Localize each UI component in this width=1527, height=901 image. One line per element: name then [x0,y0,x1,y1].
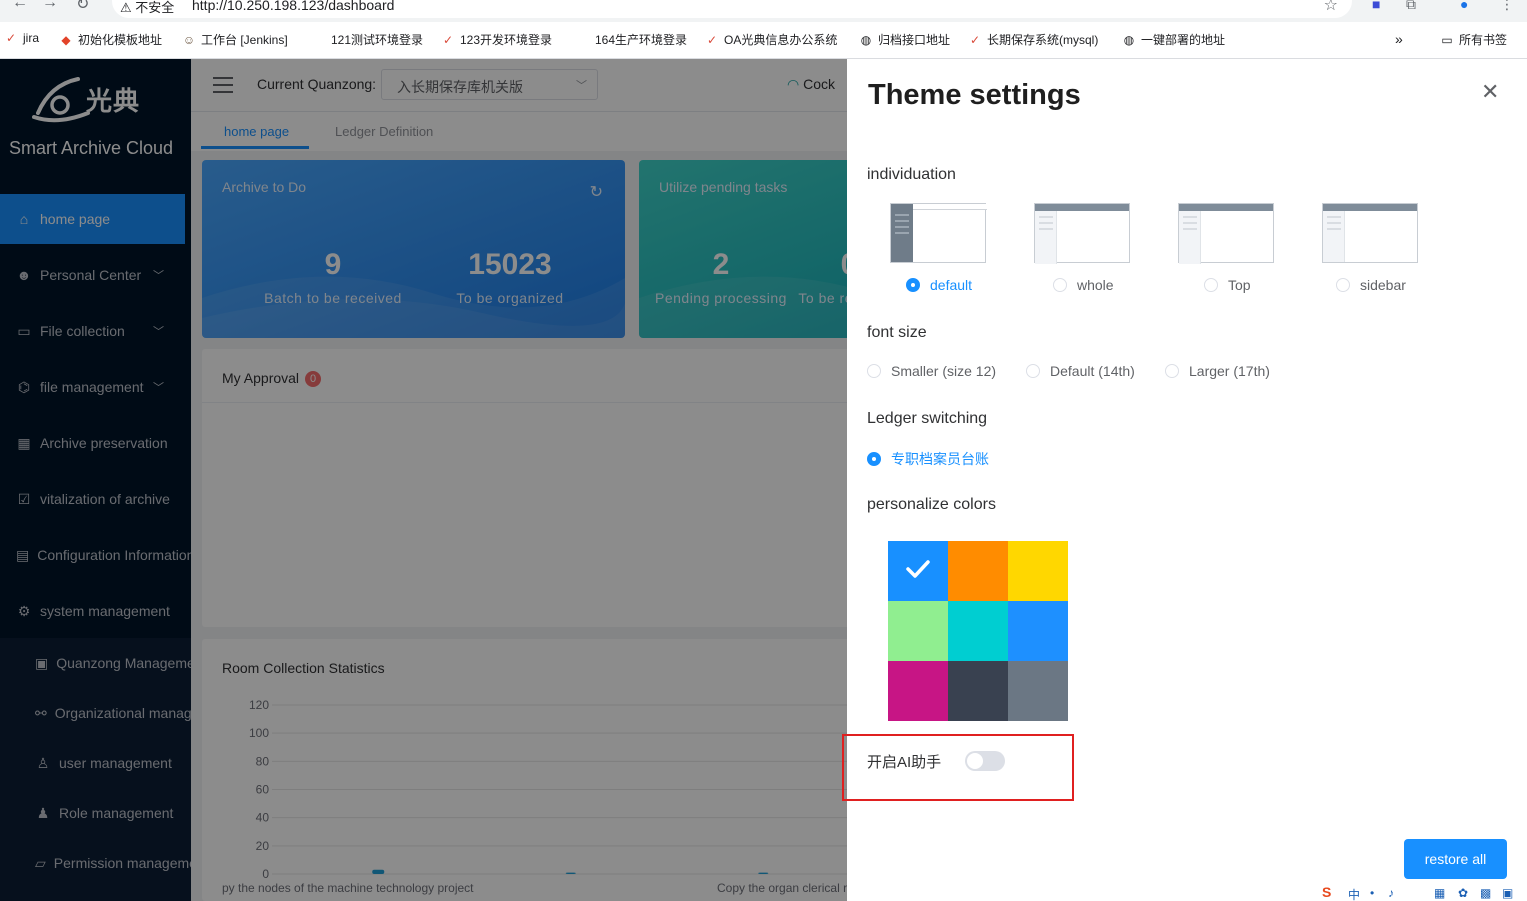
bookmarks-bar: ✓ jira ◆ 初始化模板地址 ☺ 工作台 [Jenkins] 121测试环境登录 … [0,22,1527,59]
layout-radio-sidebar[interactable]: sidebar [1336,277,1406,293]
restore-all-button[interactable]: restore all [1404,839,1507,879]
layout-radio-top[interactable]: Top [1204,277,1251,293]
font-size-default[interactable]: Default (14th) [1026,363,1135,379]
layout-thumb-default[interactable] [890,203,987,263]
layout-thumb-sidebar[interactable] [1322,203,1418,263]
forward-icon[interactable]: → [42,0,58,12]
security-warning[interactable]: ⚠ 不安全 [120,0,174,16]
color-swatch-grid [888,541,1068,721]
globe-icon: ◍ [860,32,872,47]
jira-icon: ✓ [5,31,17,45]
color-swatch[interactable] [948,661,1008,721]
individuation-title: individuation [867,166,956,183]
bookmark-121[interactable]: 121测试环境登录 [331,31,423,48]
ledger-radio-archivist[interactable]: 专职档案员台账 [867,449,989,469]
app-icon: ✓ [969,32,981,47]
color-swatch[interactable] [888,601,948,661]
layout-radio-whole[interactable]: whole [1053,277,1114,293]
reload-icon[interactable]: ↻ [76,0,89,14]
back-icon[interactable]: ← [12,0,28,12]
ai-assistant-toggle[interactable] [965,751,1005,771]
bookmarks-more-button[interactable]: » [1395,31,1403,47]
ledger-switching-title: Ledger switching [867,410,988,427]
bookmark-jenkins[interactable]: ☺ 工作台 [Jenkins] [182,31,288,48]
color-swatch[interactable] [1008,661,1068,721]
bookmark-long-term[interactable]: ✓ 长期保存系统(mysql) [968,31,1098,48]
radio-checked [867,452,881,466]
ime-toolbar: S 中 • ♪ ▦ ✿ ▩ ▣ [1322,884,1527,901]
jenkins-icon: ☺ [182,32,196,47]
color-swatch[interactable] [1008,541,1068,601]
sogou-icon[interactable]: S [1322,884,1331,900]
font-size-title: font size [867,324,927,341]
font-size-larger[interactable]: Larger (17th) [1165,363,1270,379]
drawer-overlay[interactable] [0,59,847,901]
ai-assistant-label: 开启AI助手 [867,754,942,771]
extension-icon[interactable]: ■ [1372,0,1380,12]
gitlab-icon: ◆ [61,32,71,47]
bookmark-deploy[interactable]: ◍ 一键部署的地址 [1122,31,1225,48]
drawer-title: Theme settings [868,79,1081,111]
bookmark-template[interactable]: ◆ 初始化模板地址 [59,31,162,48]
bookmark-164[interactable]: 164生产环境登录 [595,31,687,48]
layout-thumb-top[interactable] [1178,203,1274,264]
ime-mode-icon[interactable]: 中 [1348,886,1360,901]
bookmark-star-icon[interactable]: ☆ [1324,0,1338,15]
personalize-colors-title: personalize colors [867,496,996,513]
app-icon: ✓ [706,32,718,47]
url-text[interactable]: http://10.250.198.123/dashboard [192,0,394,13]
bookmark-oa[interactable]: ✓ OA光典信息办公系统 [705,31,837,48]
mic-icon[interactable]: ♪ [1388,886,1394,900]
keyboard-icon[interactable]: ▦ [1434,886,1445,900]
color-swatch[interactable] [888,541,948,601]
color-swatch[interactable] [1008,601,1068,661]
skin-icon[interactable]: ✿ [1458,886,1468,900]
ime-punct-icon[interactable]: • [1370,886,1374,900]
folder-icon: ▭ [1441,32,1453,47]
globe-icon: ◍ [1123,32,1135,47]
font-size-smaller[interactable]: Smaller (size 12) [867,363,996,379]
settings-icon[interactable]: ▣ [1502,886,1513,900]
check-icon [906,560,930,578]
bookmark-jira[interactable]: ✓ jira [4,31,39,45]
app-icon: ✓ [442,32,454,47]
all-bookmarks[interactable]: ▭ 所有书签 [1440,31,1507,48]
browser-toolbar: ← → ↻ ⚠ 不安全 http://10.250.198.123/dashbo… [0,0,1527,22]
layout-thumb-whole[interactable] [1034,203,1130,264]
window-icon[interactable]: ⧉ [1406,0,1416,13]
tools-icon[interactable]: ▩ [1480,886,1491,900]
color-swatch[interactable] [888,661,948,721]
bookmark-123[interactable]: ✓ 123开发环境登录 [441,31,552,48]
color-swatch[interactable] [948,601,1008,661]
toggle-knob [967,753,983,769]
radio-checked [906,278,920,292]
theme-settings-drawer: Theme settings ✕ individuation default w… [842,59,1527,901]
layout-radio-default[interactable]: default [906,277,972,293]
address-bar[interactable]: ⚠ 不安全 http://10.250.198.123/dashboard ☆ [112,0,1352,18]
kebab-menu-icon[interactable]: ⋮ [1500,0,1514,13]
color-swatch[interactable] [948,541,1008,601]
close-icon[interactable]: ✕ [1481,81,1499,103]
bookmark-archive-api[interactable]: ◍ 归档接口地址 [859,31,950,48]
profile-icon[interactable]: ● [1460,0,1468,12]
